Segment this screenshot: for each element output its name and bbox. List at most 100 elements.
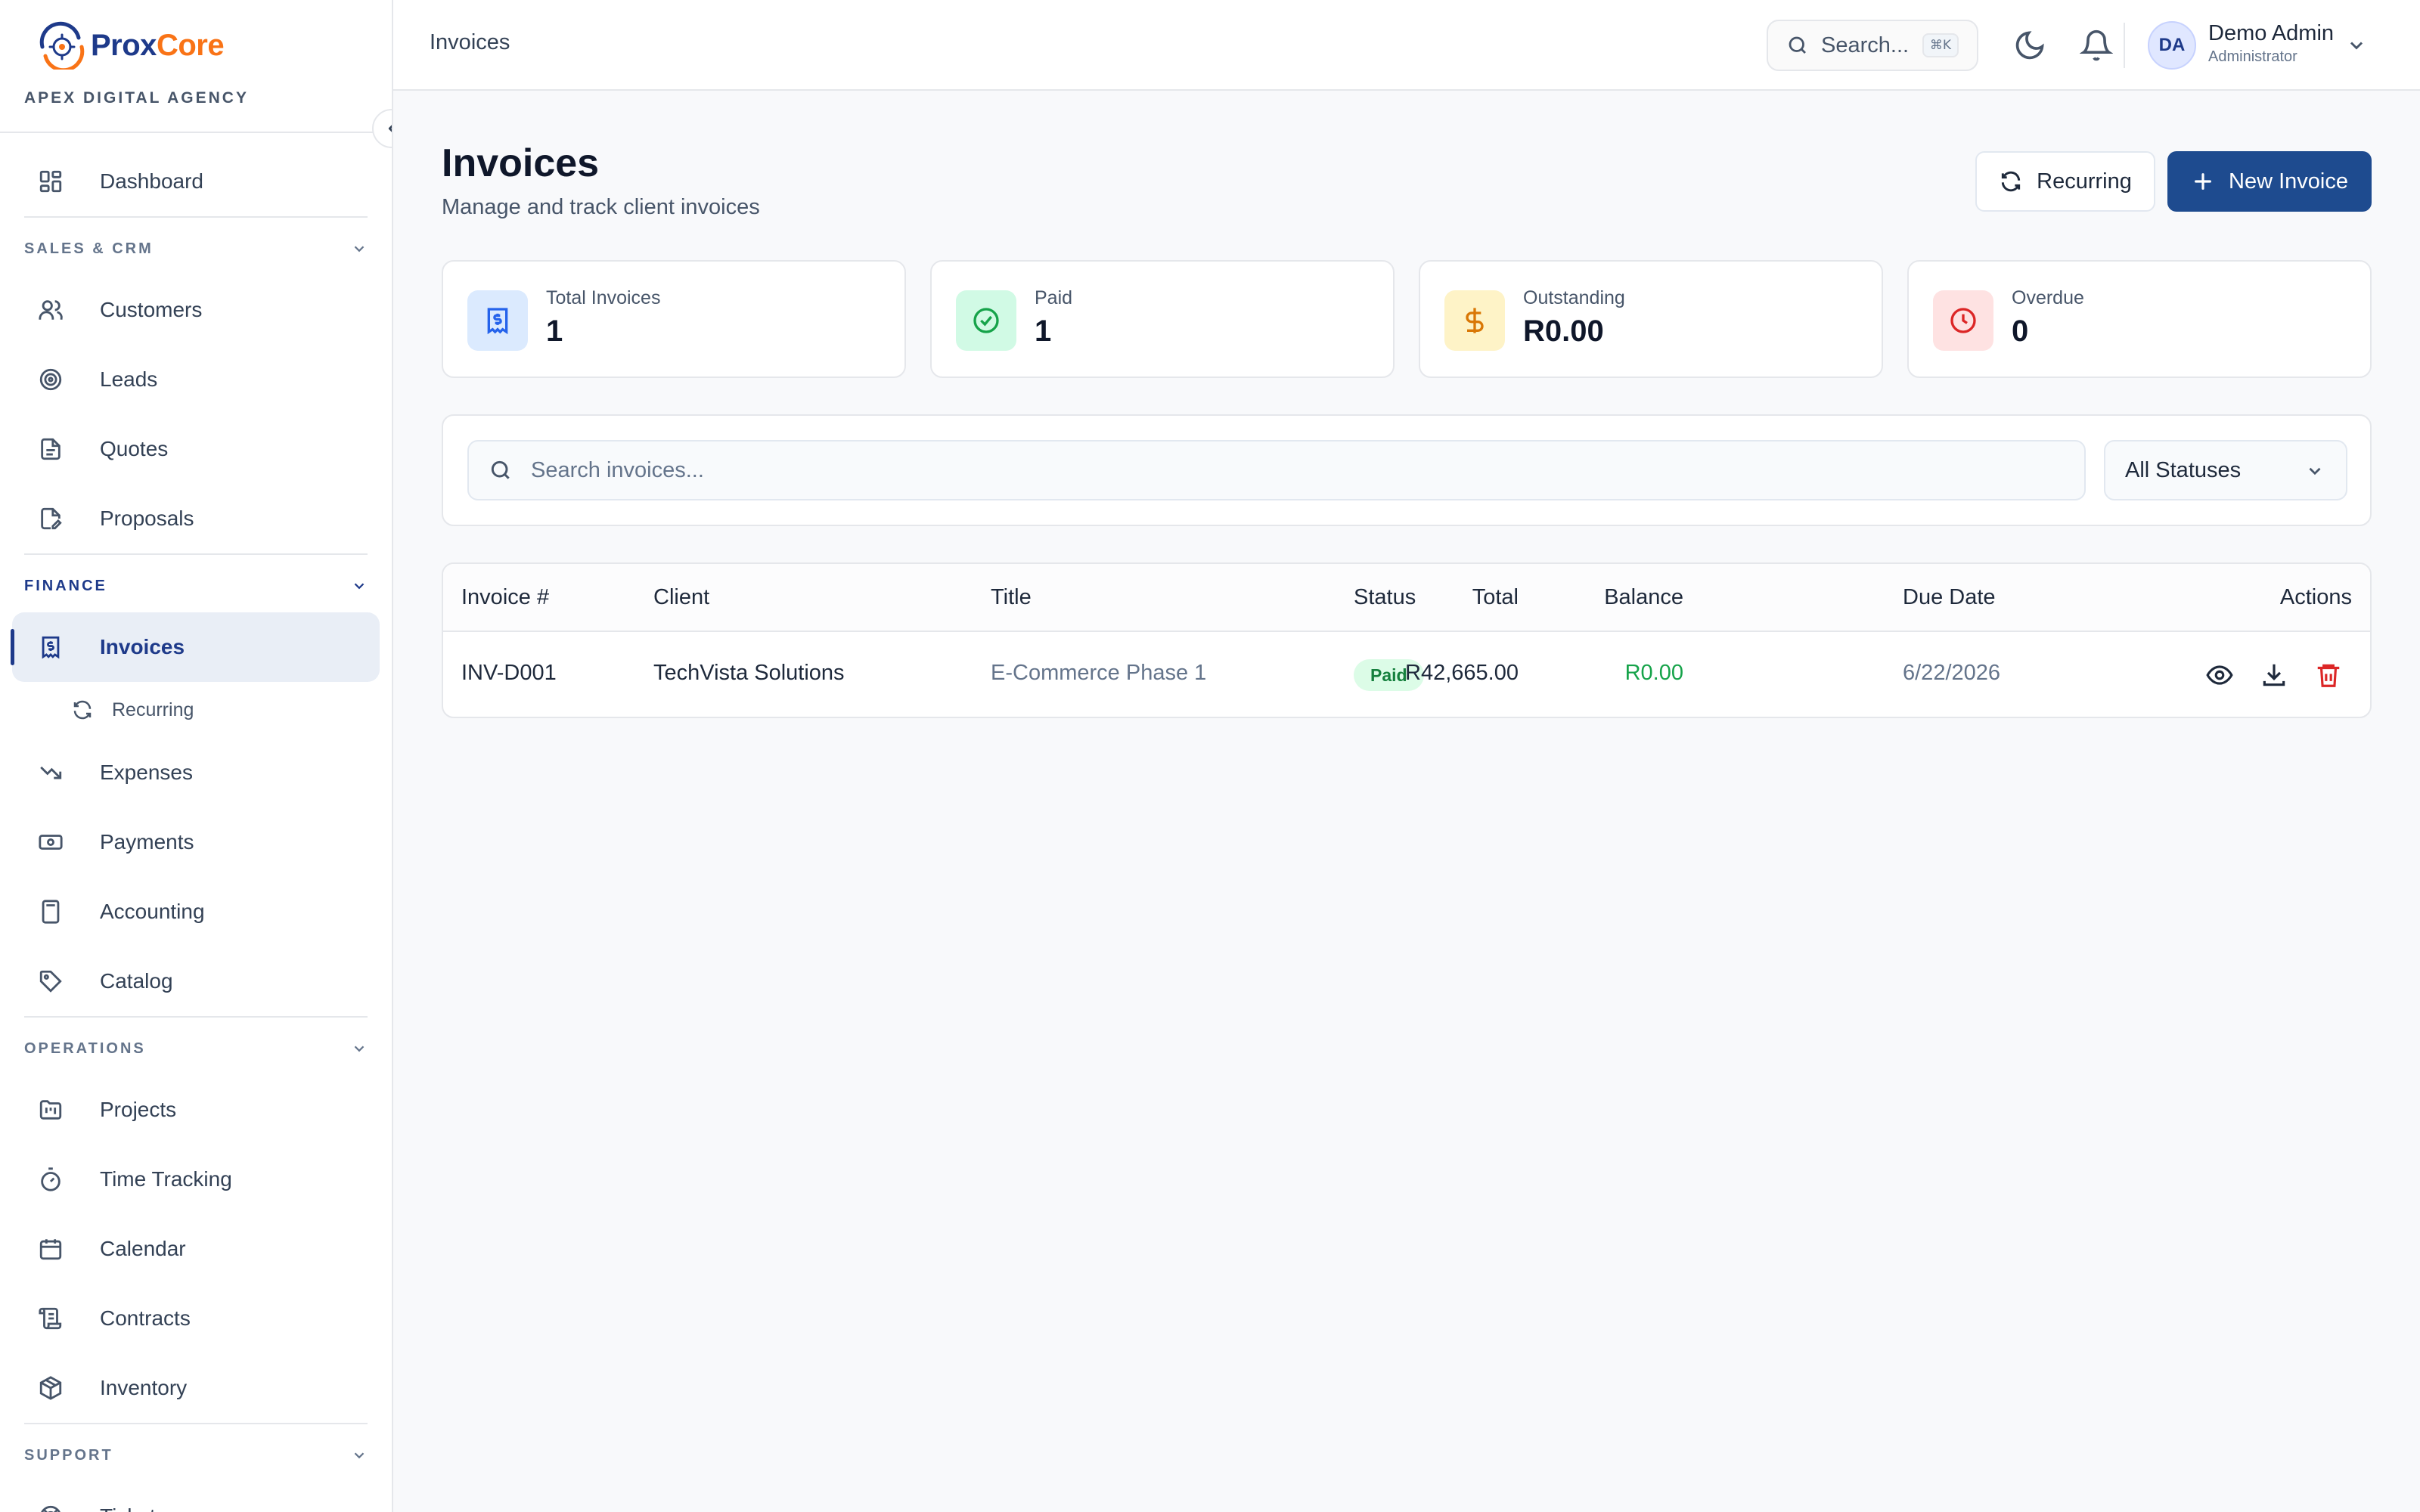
section-sales-crm[interactable]: SALES & CRM [24, 218, 368, 275]
section-title: SALES & CRM [24, 240, 154, 257]
global-search-button[interactable]: Search... ⌘K [1767, 20, 1978, 71]
sidebar-item-recurring[interactable]: Recurring [0, 682, 392, 738]
stat-value: 0 [2012, 314, 2029, 348]
stat-card-outstanding: Outstanding R0.00 [1419, 260, 1883, 378]
sidebar-item-invoices[interactable]: Invoices [11, 612, 380, 682]
download-icon[interactable] [2260, 661, 2288, 689]
column-header-total[interactable]: Total [1472, 585, 1519, 610]
sidebar-item-projects[interactable]: Projects [12, 1075, 380, 1145]
logo-text-prox: Prox [91, 28, 157, 62]
cell-total: R42,665.00 [1405, 661, 1519, 685]
new-invoice-button[interactable]: New Invoice [2167, 151, 2372, 212]
new-invoice-button-label: New Invoice [2229, 169, 2348, 194]
column-header-status[interactable]: Status [1354, 585, 1416, 610]
chevron-down-icon [2309, 467, 2321, 476]
section-finance[interactable]: FINANCE [24, 555, 368, 612]
sidebar-item-label: Customers [100, 298, 203, 321]
user-role: Administrator [2208, 48, 2297, 65]
sidebar-item-label: Dashboard [100, 169, 203, 193]
refresh-icon [73, 700, 92, 720]
sidebar-item-label: Invoices [100, 635, 185, 658]
column-header-balance[interactable]: Balance [1604, 585, 1683, 610]
cell-balance: R0.00 [1624, 661, 1683, 685]
recurring-button[interactable]: Recurring [1975, 151, 2155, 212]
status-filter-select[interactable]: All Statuses [2104, 440, 2347, 500]
bell-icon[interactable] [2080, 29, 2113, 62]
stat-card-paid: Paid 1 [930, 260, 1395, 378]
chevron-down-icon [354, 1452, 365, 1459]
sidebar-item-time-tracking[interactable]: Time Tracking [12, 1145, 380, 1214]
folder-kanban-icon [39, 1100, 62, 1120]
top-header: Invoices Search... ⌘K DA Demo Admin Admi… [393, 0, 2420, 91]
invoice-search-box [467, 440, 2086, 500]
stat-icon-wrap [467, 290, 528, 351]
stat-icon-wrap [1933, 290, 1993, 351]
sidebar-item-proposals[interactable]: Proposals [12, 484, 380, 553]
section-title: FINANCE [24, 577, 107, 594]
stat-label: Total Invoices [546, 287, 661, 308]
chevron-down-icon [354, 1046, 365, 1052]
logo[interactable]: ProxCore [35, 21, 368, 70]
sidebar-item-label: Recurring [112, 699, 194, 720]
brand-area: ProxCore APEX DIGITAL AGENCY [0, 0, 392, 148]
receipt-icon [487, 308, 508, 335]
sidebar-item-accounting[interactable]: Accounting [12, 877, 380, 947]
cell-client: TechVista Solutions [653, 661, 845, 685]
stat-label: Paid [1035, 287, 1073, 308]
user-name[interactable]: Demo Admin [2208, 21, 2334, 46]
table-row[interactable]: INV-D001 TechVista Solutions E-Commerce … [443, 632, 2370, 717]
column-header-invoice[interactable]: Invoice # [461, 585, 549, 610]
check-circle-icon [973, 308, 999, 333]
search-icon [1789, 36, 1806, 54]
sidebar-item-catalog[interactable]: Catalog [12, 947, 380, 1016]
sidebar-item-payments[interactable]: Payments [12, 807, 380, 877]
chevron-left-icon [388, 125, 392, 132]
trash-icon[interactable] [2314, 661, 2343, 689]
section-operations[interactable]: OPERATIONS [24, 1018, 368, 1075]
stat-card-total-invoices: Total Invoices 1 [442, 260, 906, 378]
sidebar-item-inventory[interactable]: Inventory [12, 1353, 380, 1423]
logo-icon [39, 21, 85, 70]
sidebar-item-tickets[interactable]: Tickets [12, 1482, 380, 1512]
cell-invoice-number[interactable]: INV-D001 [461, 661, 557, 686]
grid-icon [39, 170, 62, 193]
sidebar-item-expenses[interactable]: Expenses [12, 738, 380, 807]
column-header-due-date[interactable]: Due Date [1903, 585, 1996, 610]
sidebar-item-label: Quotes [100, 437, 169, 460]
stat-value: 1 [1035, 314, 1052, 348]
plus-icon [2195, 173, 2211, 190]
sidebar-item-label: Calendar [100, 1237, 186, 1260]
sidebar-item-dashboard[interactable]: Dashboard [12, 147, 380, 216]
column-header-title[interactable]: Title [991, 585, 1032, 610]
sidebar-item-label: Inventory [100, 1376, 188, 1399]
table-header: Invoice # Client Title Status Total Bala… [443, 564, 2370, 632]
agency-name: APEX DIGITAL AGENCY [24, 89, 249, 107]
moon-icon[interactable] [2013, 29, 2046, 62]
cell-due-date: 6/22/2026 [1903, 661, 2001, 685]
file-text-icon [41, 438, 60, 460]
calculator-icon [42, 900, 60, 924]
invoice-search-input[interactable] [531, 457, 1968, 483]
sidebar-item-leads[interactable]: Leads [12, 345, 380, 414]
section-support[interactable]: SUPPORT [24, 1424, 368, 1482]
sidebar-item-customers[interactable]: Customers [12, 275, 380, 345]
calendar-icon [39, 1239, 62, 1260]
column-header-client[interactable]: Client [653, 585, 709, 610]
users-icon [39, 300, 63, 320]
eye-icon[interactable] [2205, 661, 2234, 689]
avatar[interactable]: DA [2148, 21, 2196, 70]
sidebar-item-calendar[interactable]: Calendar [12, 1214, 380, 1284]
stat-value: 1 [546, 314, 563, 348]
target-icon [39, 368, 62, 391]
sidebar-item-contracts[interactable]: Contracts [12, 1284, 380, 1353]
chevron-down-icon[interactable] [2346, 35, 2367, 56]
stat-card-overdue: Overdue 0 [1907, 260, 2372, 378]
sidebar-item-label: Contracts [100, 1306, 191, 1330]
tag-icon [39, 970, 62, 993]
banknote-icon [39, 835, 63, 850]
sidebar-nav: Dashboard SALES & CRM Customers Leads Qu… [0, 133, 392, 1512]
sidebar-item-quotes[interactable]: Quotes [12, 414, 380, 484]
timer-icon [41, 1167, 60, 1191]
life-buoy-icon [41, 1505, 60, 1512]
cell-title: E-Commerce Phase 1 [991, 661, 1207, 685]
